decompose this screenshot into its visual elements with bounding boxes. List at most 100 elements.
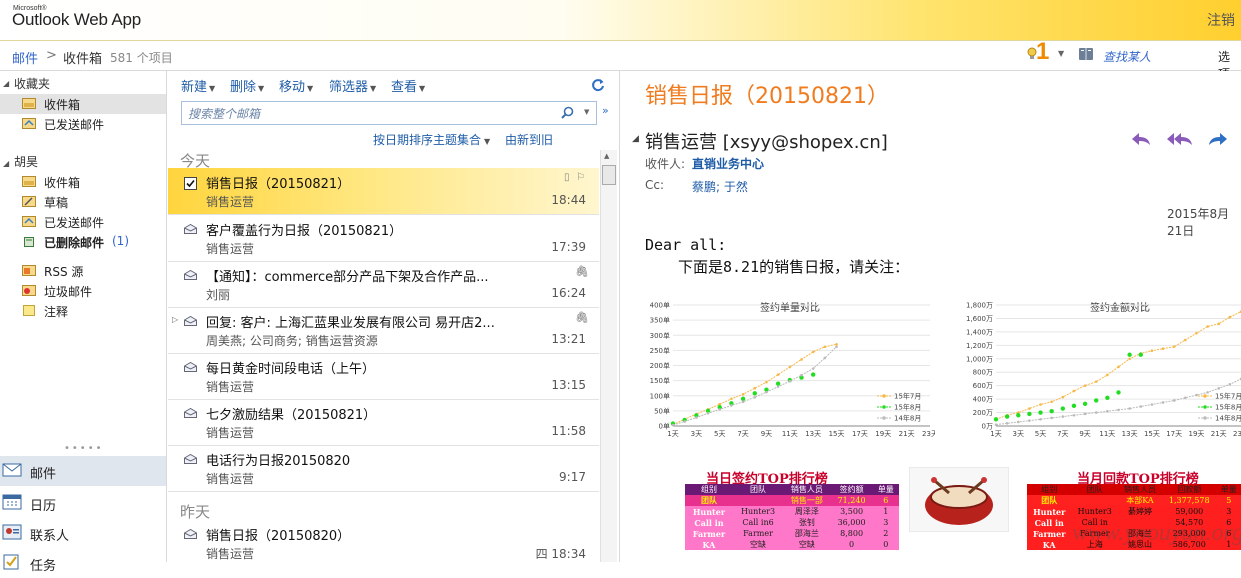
- table-cell: 3: [883, 518, 889, 527]
- search-input[interactable]: 搜索整个邮箱: [188, 105, 260, 122]
- folder-junk[interactable]: 垃圾邮件: [0, 281, 166, 301]
- flag-icon[interactable]: ⚐: [576, 172, 585, 183]
- folder-drafts[interactable]: 草稿: [0, 192, 166, 212]
- table-cell: 团队: [700, 495, 717, 505]
- reply-icon[interactable]: [1130, 131, 1152, 147]
- delete-button[interactable]: 删除 ▼: [230, 76, 264, 95]
- module-mail[interactable]: 邮件: [0, 456, 166, 486]
- expand-conversation-icon[interactable]: ▷: [172, 315, 178, 324]
- y-tick-label: 1,200万: [966, 342, 993, 350]
- message-row[interactable]: 客户覆盖行为日报（20150821） 销售运营 17:39: [168, 215, 599, 262]
- message-row[interactable]: 电话行为日报20150820 销售运营 9:17: [168, 445, 599, 492]
- y-tick-label: 150单: [650, 376, 670, 385]
- data-point: [1083, 412, 1087, 416]
- column-header: 团队: [1086, 485, 1103, 494]
- y-tick-label: 800万: [973, 369, 993, 377]
- sort-order-link[interactable]: 由新到旧: [505, 131, 553, 148]
- folder-sent[interactable]: 已发送邮件: [0, 212, 166, 232]
- data-point: [1184, 396, 1187, 400]
- filter-button[interactable]: 筛选器 ▼: [329, 76, 376, 95]
- address-book-icon[interactable]: [1078, 47, 1094, 61]
- pane-resize-handle[interactable]: •••••: [64, 443, 104, 454]
- data-point: [1049, 409, 1054, 414]
- scrollbar-thumb[interactable]: [602, 165, 616, 185]
- collapse-header-icon[interactable]: ◢: [632, 134, 639, 144]
- message-list-scrollbar[interactable]: [600, 150, 617, 562]
- checkbox-checked-icon[interactable]: [184, 177, 197, 190]
- data-point: [1005, 422, 1009, 425]
- refresh-icon[interactable]: [591, 78, 605, 92]
- category-icon[interactable]: ▯: [564, 172, 570, 183]
- table-cell: 本部KA: [1126, 496, 1154, 505]
- body-greeting: Dear all:: [645, 236, 727, 254]
- folder-notes[interactable]: 注释: [0, 301, 166, 321]
- data-point: [1106, 373, 1109, 377]
- x-tick-label: 5天: [714, 430, 725, 438]
- new-button[interactable]: 新建 ▼: [181, 76, 215, 95]
- data-point: [1161, 401, 1165, 404]
- legend-marker: [882, 405, 886, 409]
- message-row[interactable]: 每日黄金时间段电话（上午） 销售运营 13:15: [168, 353, 599, 400]
- reply-all-icon[interactable]: [1166, 131, 1194, 147]
- calendar-icon: [2, 494, 22, 510]
- y-tick-label: 300单: [650, 331, 670, 340]
- envelope-open-icon: [184, 270, 197, 280]
- data-point: [1050, 400, 1053, 404]
- data-point: [1061, 395, 1065, 399]
- folder-drafts-label: 草稿: [44, 196, 69, 210]
- reading-sender[interactable]: 销售运营 [xsyy@shopex.cn]: [645, 128, 888, 154]
- move-button[interactable]: 移动 ▼: [279, 76, 313, 95]
- forward-icon[interactable]: [1207, 131, 1229, 147]
- notification-count[interactable]: 1: [1036, 38, 1049, 66]
- x-tick-label: 17天: [1166, 430, 1182, 438]
- expand-search-icon[interactable]: »: [602, 104, 609, 117]
- module-tasks[interactable]: 任务: [0, 548, 166, 578]
- module-contacts[interactable]: 联系人: [0, 518, 166, 548]
- account-header[interactable]: 胡昊: [14, 153, 38, 170]
- table-cell: 1,377,578: [1168, 496, 1210, 505]
- x-tick-label: 15天: [1144, 430, 1160, 438]
- collapse-icon[interactable]: ◢: [3, 159, 9, 168]
- folder-deleted[interactable]: 已删除邮件 (1): [0, 232, 166, 252]
- table-row: Hunter Hunter3 周泽泽 3,500 1: [685, 506, 899, 517]
- drum-image: [909, 467, 1009, 532]
- fav-inbox[interactable]: 收件箱: [0, 94, 166, 114]
- message-row[interactable]: 销售日报（20150821） 销售运营 18:44 ▯ ⚐: [168, 168, 599, 215]
- view-button[interactable]: 查看 ▼: [391, 76, 425, 95]
- chevron-down-icon[interactable]: ▼: [1058, 49, 1064, 58]
- message-row[interactable]: 【通知】：commerce部分产品下架及合作产品... 刘丽 16:24 🖇: [168, 261, 599, 308]
- favorites-header[interactable]: 收藏夹: [14, 75, 50, 92]
- collapse-icon[interactable]: ◢: [3, 79, 9, 88]
- message-time: 9:17: [559, 470, 586, 484]
- breadcrumb-mail-link[interactable]: 邮件: [12, 48, 38, 67]
- y-tick-label: 1,800万: [966, 302, 993, 310]
- rss-icon: [22, 265, 36, 276]
- search-scope-dropdown[interactable]: ▼: [584, 108, 589, 116]
- folder-rss[interactable]: RSS 源: [0, 261, 166, 281]
- message-row[interactable]: 七夕激励结果（20150821） 销售运营 11:58: [168, 399, 599, 446]
- data-point: [730, 397, 733, 401]
- table-cell: Hunter: [692, 506, 726, 517]
- message-row[interactable]: 销售日报（20150820） 销售运营 四 18:34: [168, 520, 599, 566]
- column-header: 团队: [750, 485, 767, 494]
- cc-recipients[interactable]: 蔡鹏; 于然: [692, 178, 748, 195]
- message-subject: 七夕激励结果（20150821）: [206, 408, 377, 423]
- delete-button-label: 删除: [230, 80, 257, 95]
- message-time: 17:39: [551, 240, 586, 254]
- search-icon[interactable]: [561, 106, 574, 119]
- tasks-icon: [3, 554, 19, 570]
- signout-link[interactable]: 注销: [1207, 10, 1235, 30]
- sort-by-dropdown[interactable]: 按日期排序主题集合 ▼: [373, 131, 490, 148]
- to-recipient[interactable]: 直销业务中心: [692, 155, 764, 172]
- find-people-link[interactable]: 查找某人: [1103, 48, 1151, 65]
- data-point: [1061, 415, 1065, 418]
- data-point: [1106, 409, 1109, 413]
- fav-sent[interactable]: 已发送邮件: [0, 114, 166, 134]
- message-row[interactable]: ▷ 回复: 客户: 上海汇蓝果业发展有限公司 易开店2... 周美燕; 公司商务…: [168, 307, 599, 354]
- data-point: [993, 417, 999, 422]
- folder-inbox[interactable]: 收件箱: [0, 172, 166, 192]
- breadcrumb-separator: >: [46, 48, 57, 63]
- data-point: [683, 420, 686, 423]
- module-calendar[interactable]: 日历: [0, 488, 166, 518]
- scroll-up-icon[interactable]: ▲: [604, 152, 609, 160]
